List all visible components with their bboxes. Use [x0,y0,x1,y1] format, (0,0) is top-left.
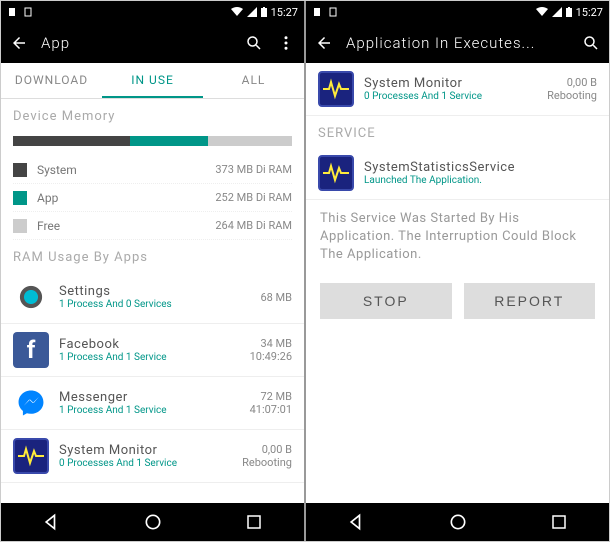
status-bar: 15:27 [1,1,304,23]
service-row[interactable]: SystemStatisticsService Launched The App… [306,147,609,200]
signal-icon [247,7,257,17]
navigation-bar [1,503,304,541]
nav-back-button[interactable] [40,510,64,534]
system-monitor-icon [318,155,354,191]
section-service: SERVICE [306,116,609,147]
status-bar: 15:27 [306,1,609,23]
legend-app: App 252 MB Di RAM [13,184,292,212]
app-row-settings[interactable]: Settings 1 Process And 0 Services 68 MB [1,271,304,324]
memory-segment-app [130,136,208,146]
back-button[interactable] [314,33,334,53]
service-description: This Service Was Started By His Applicat… [306,200,609,275]
status-time: 15:27 [576,6,603,19]
status-time: 15:27 [271,6,298,19]
app-row-messenger[interactable]: Messenger 1 Process And 1 Service 72 MB … [1,377,304,430]
battery-icon [261,7,267,17]
messenger-icon [13,385,49,421]
notification-icon [7,7,17,17]
section-device-memory: Device Memory [1,99,304,130]
tab-download[interactable]: DOWNLOAD [1,63,102,98]
nav-home-button[interactable] [446,510,470,534]
navigation-bar [306,503,609,541]
page-title: Application In Executes... [346,34,569,52]
wifi-icon [231,7,243,17]
memory-segment-system [13,136,130,146]
nav-recent-button[interactable] [242,510,266,534]
tab-in-use[interactable]: IN USE [102,63,203,98]
system-monitor-icon [318,71,354,107]
notification-icon [23,7,33,17]
memory-bar [13,136,292,146]
back-button[interactable] [9,33,29,53]
memory-segment-free [208,136,292,146]
page-title: App [41,34,232,52]
system-monitor-icon [13,438,49,474]
notification-icon [312,7,322,17]
signal-icon [552,7,562,17]
app-bar: App [1,23,304,63]
screen-app-list: 15:27 App DOWNLOAD IN USE ALL Device Mem… [1,1,304,541]
tab-all[interactable]: ALL [203,63,304,98]
legend-free: Free 264 MB Di RAM [13,212,292,240]
app-header: System Monitor 0 Processes And 1 Service… [306,63,609,116]
app-row-facebook[interactable]: f Facebook 1 Process And 1 Service 34 MB… [1,324,304,377]
battery-icon [566,7,572,17]
wifi-icon [536,7,548,17]
swatch-icon [13,191,27,205]
legend-system: System 373 MB Di RAM [13,156,292,184]
swatch-icon [13,219,27,233]
facebook-icon: f [13,332,49,368]
app-bar: Application In Executes... [306,23,609,63]
overflow-menu-button[interactable] [276,33,296,53]
nav-home-button[interactable] [141,510,165,534]
app-row-system-monitor[interactable]: System Monitor 0 Processes And 1 Service… [1,430,304,483]
tabs: DOWNLOAD IN USE ALL [1,63,304,99]
swatch-icon [13,163,27,177]
notification-icon [328,7,338,17]
nav-recent-button[interactable] [547,510,571,534]
search-button[interactable] [244,33,264,53]
section-ram-usage: RAM Usage By Apps [1,240,304,271]
report-button[interactable]: REPORT [464,283,596,319]
nav-back-button[interactable] [345,510,369,534]
search-button[interactable] [581,33,601,53]
screen-app-detail: 15:27 Application In Executes... System … [306,1,609,541]
stop-button[interactable]: STOP [320,283,452,319]
settings-icon [13,279,49,315]
